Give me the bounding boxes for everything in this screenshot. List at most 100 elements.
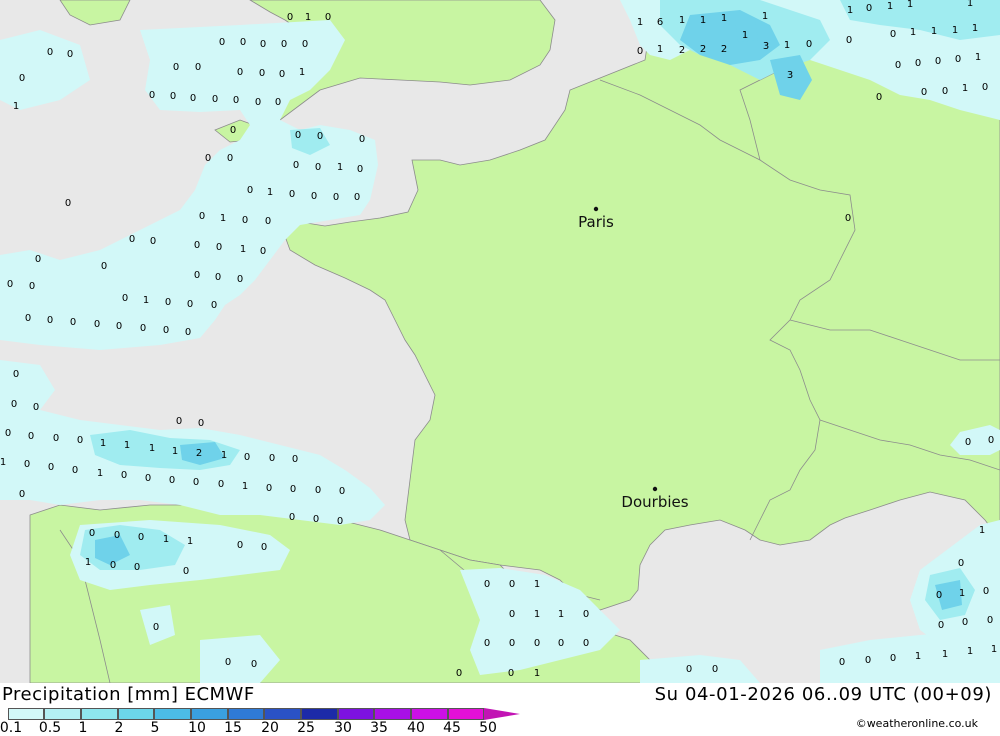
legend-swatch bbox=[228, 708, 264, 720]
map-footer: Precipitation [mm] ECMWF Su 04-01-2026 0… bbox=[0, 683, 1000, 736]
value-label: 0 bbox=[242, 215, 248, 226]
value-label: 1 bbox=[700, 15, 706, 26]
value-label: 1 bbox=[962, 83, 968, 94]
legend-tick: 5 bbox=[150, 720, 160, 736]
precipitation-map[interactable]: 0 1 0 0 0 0 0 0 0 0 0 0 0 0 0 1 0 0 0 0 … bbox=[0, 0, 1000, 683]
value-label: 0 bbox=[295, 130, 301, 141]
map-title: Precipitation [mm] ECMWF bbox=[2, 684, 255, 705]
value-label: 0 bbox=[315, 162, 321, 173]
value-label: 0 bbox=[255, 97, 261, 108]
value-label: 0 bbox=[194, 270, 200, 281]
value-label: 0 bbox=[134, 562, 140, 573]
value-label: 0 bbox=[169, 475, 175, 486]
value-label: 1 bbox=[220, 213, 226, 224]
value-label: 1 bbox=[907, 0, 913, 10]
value-label: 1 bbox=[637, 17, 643, 28]
legend-tick: 30 bbox=[334, 720, 352, 736]
value-label: 0 bbox=[218, 479, 224, 490]
value-label: 1 bbox=[97, 468, 103, 479]
value-label: 0 bbox=[240, 37, 246, 48]
legend-swatch bbox=[44, 708, 81, 720]
value-label: 0 bbox=[260, 246, 266, 257]
forecast-datetime: Su 04-01-2026 06..09 UTC (00+09) bbox=[654, 684, 992, 705]
value-label: 0 bbox=[101, 261, 107, 272]
value-label: 0 bbox=[48, 462, 54, 473]
value-label: 0 bbox=[194, 240, 200, 251]
value-label: 0 bbox=[317, 131, 323, 142]
value-label: 0 bbox=[129, 234, 135, 245]
legend-swatch bbox=[191, 708, 228, 720]
value-label: 0 bbox=[266, 483, 272, 494]
value-label: 1 bbox=[959, 588, 965, 599]
value-label: 0 bbox=[357, 164, 363, 175]
value-label: 0 bbox=[251, 659, 257, 670]
value-label: 0 bbox=[281, 39, 287, 50]
value-label: 0 bbox=[89, 528, 95, 539]
value-label: 0 bbox=[275, 97, 281, 108]
legend-tick: 15 bbox=[224, 720, 242, 736]
value-label: 1 bbox=[952, 25, 958, 36]
value-label: 0 bbox=[19, 73, 25, 84]
legend-tick: 1 bbox=[78, 720, 88, 736]
value-label: 0 bbox=[895, 60, 901, 71]
value-label: 0 bbox=[890, 29, 896, 40]
value-label: 1 bbox=[0, 457, 6, 468]
value-label: 6 bbox=[657, 17, 663, 28]
value-label: 0 bbox=[116, 321, 122, 332]
credit-link[interactable]: ©weatheronline.co.uk bbox=[856, 717, 978, 730]
value-label: 0 bbox=[165, 297, 171, 308]
legend-tick: 20 bbox=[261, 720, 279, 736]
value-label: 0 bbox=[866, 3, 872, 14]
value-label: 0 bbox=[846, 35, 852, 46]
city-label-paris: Paris bbox=[578, 213, 614, 231]
value-label: 1 bbox=[915, 651, 921, 662]
value-label: 0 bbox=[190, 93, 196, 104]
legend-swatch bbox=[448, 708, 484, 720]
value-label: 0 bbox=[230, 125, 236, 136]
legend-swatch bbox=[81, 708, 118, 720]
legend-tick: 35 bbox=[370, 720, 388, 736]
value-label: 0 bbox=[839, 657, 845, 668]
value-label: 0 bbox=[987, 615, 993, 626]
value-label: 0 bbox=[237, 67, 243, 78]
value-label: 1 bbox=[679, 15, 685, 26]
city-label-dourbies: Dourbies bbox=[621, 493, 688, 511]
value-label: 0 bbox=[247, 185, 253, 196]
value-label: 0 bbox=[173, 62, 179, 73]
value-label: 0 bbox=[65, 198, 71, 209]
value-label: 1 bbox=[534, 579, 540, 590]
value-label: 0 bbox=[292, 454, 298, 465]
value-label: 0 bbox=[325, 12, 331, 23]
value-label: 0 bbox=[47, 315, 53, 326]
value-label: 0 bbox=[28, 431, 34, 442]
value-label: 0 bbox=[24, 459, 30, 470]
value-label: 0 bbox=[149, 90, 155, 101]
value-label: 1 bbox=[143, 295, 149, 306]
value-label: 0 bbox=[25, 313, 31, 324]
value-label: 0 bbox=[265, 216, 271, 227]
value-label: 0 bbox=[339, 486, 345, 497]
value-label: 1 bbox=[910, 27, 916, 38]
value-label: 0 bbox=[333, 192, 339, 203]
value-label: 0 bbox=[845, 213, 851, 224]
value-label: 0 bbox=[233, 95, 239, 106]
value-label: 1 bbox=[991, 644, 997, 655]
value-label: 0 bbox=[227, 153, 233, 164]
legend-swatch bbox=[411, 708, 448, 720]
value-label: 0 bbox=[94, 319, 100, 330]
value-label: 0 bbox=[935, 56, 941, 67]
value-label: 0 bbox=[29, 281, 35, 292]
value-label: 0 bbox=[259, 68, 265, 79]
value-label: 0 bbox=[484, 579, 490, 590]
legend-tick: 45 bbox=[443, 720, 461, 736]
value-label: 0 bbox=[110, 560, 116, 571]
value-label: 0 bbox=[637, 46, 643, 57]
value-label: 0 bbox=[77, 435, 83, 446]
value-label: 0 bbox=[337, 516, 343, 527]
legend-swatch bbox=[301, 708, 338, 720]
value-label: 0 bbox=[237, 274, 243, 285]
value-label: 0 bbox=[865, 655, 871, 666]
value-label: 0 bbox=[983, 586, 989, 597]
value-label: 0 bbox=[915, 58, 921, 69]
value-label: 0 bbox=[962, 617, 968, 628]
